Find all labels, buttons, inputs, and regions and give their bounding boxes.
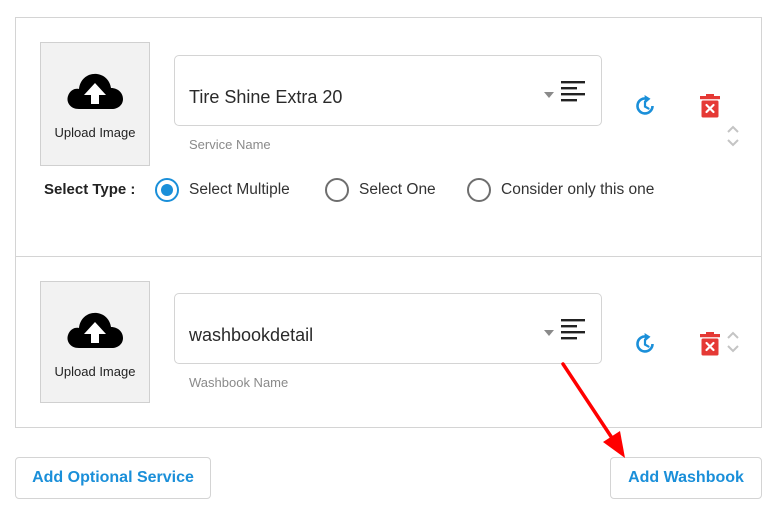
chevron-up-down-icon[interactable] bbox=[726, 330, 740, 354]
add-washbook-button[interactable]: Add Washbook bbox=[610, 457, 762, 499]
refresh-icon[interactable] bbox=[633, 94, 657, 118]
chevron-up-down-icon[interactable] bbox=[726, 124, 740, 148]
trash-icon[interactable] bbox=[700, 332, 720, 356]
service-name-value: Tire Shine Extra 20 bbox=[189, 87, 343, 107]
cloud-upload-icon bbox=[67, 73, 123, 109]
radio-select-one[interactable]: Select One bbox=[325, 178, 436, 202]
radio-select-multiple[interactable]: Select Multiple bbox=[155, 178, 290, 202]
radio-select-multiple-label: Select Multiple bbox=[189, 181, 290, 198]
trash-icon[interactable] bbox=[700, 94, 720, 118]
washbook-card: Upload Image washbookdetail Washbook Nam… bbox=[15, 256, 762, 428]
upload-image-button[interactable]: Upload Image bbox=[40, 42, 150, 166]
service-name-select[interactable]: Tire Shine Extra 20 bbox=[174, 55, 602, 126]
refresh-icon[interactable] bbox=[633, 332, 657, 356]
dropdown-caret-icon[interactable] bbox=[544, 330, 554, 336]
washbook-name-select[interactable]: washbookdetail bbox=[174, 293, 602, 364]
radio-circle[interactable] bbox=[155, 178, 179, 202]
radio-circle[interactable] bbox=[325, 178, 349, 202]
cloud-upload-icon bbox=[67, 312, 123, 348]
dropdown-caret-icon[interactable] bbox=[544, 92, 554, 98]
upload-image-label: Upload Image bbox=[54, 364, 136, 379]
add-optional-service-button[interactable]: Add Optional Service bbox=[15, 457, 211, 499]
radio-consider-only-this-one[interactable]: Consider only this one bbox=[467, 178, 654, 202]
list-icon[interactable] bbox=[561, 319, 585, 341]
radio-circle[interactable] bbox=[467, 178, 491, 202]
radio-select-one-label: Select One bbox=[359, 181, 436, 198]
washbook-name-helper: Washbook Name bbox=[189, 375, 289, 390]
service-name-helper: Service Name bbox=[189, 137, 271, 152]
radio-consider-only-this-one-label: Consider only this one bbox=[501, 181, 655, 198]
list-icon[interactable] bbox=[561, 81, 585, 103]
select-type-label: Select Type : bbox=[44, 181, 136, 198]
upload-image-button[interactable]: Upload Image bbox=[40, 281, 150, 403]
washbook-name-value: washbookdetail bbox=[189, 325, 314, 345]
service-card: Upload Image Tire Shine Extra 20 Service… bbox=[15, 17, 762, 257]
upload-image-label: Upload Image bbox=[54, 125, 136, 140]
